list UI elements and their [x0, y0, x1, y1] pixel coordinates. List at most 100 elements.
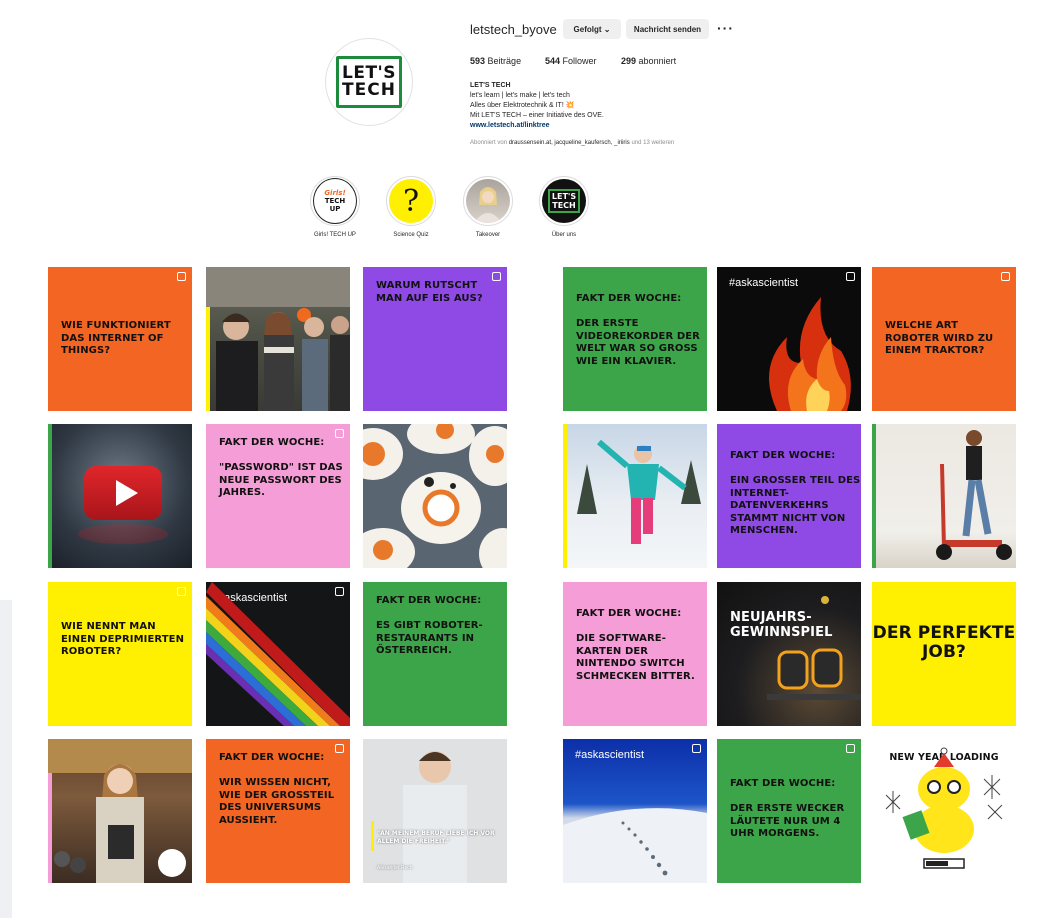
- multi-post-icon: [1001, 272, 1010, 281]
- girls-tech-up-badge: Girls! TECH UP: [324, 189, 345, 213]
- post-text: Fakt der Woche: Wir wissen nicht, wie de…: [219, 752, 335, 826]
- page-edge-shadow: [0, 600, 12, 918]
- post-tile-new-year-loading[interactable]: New Year Loading: [872, 739, 1016, 883]
- girls-tech-up-icon: Girls! TECH UP: [313, 178, 357, 224]
- multi-post-icon: [177, 587, 186, 596]
- post-text: Warum rutscht man auf Eis aus?: [376, 280, 483, 304]
- highlight-ring: [463, 176, 513, 226]
- logo-line2: TECH: [342, 80, 396, 100]
- portrait-photo: [371, 751, 467, 883]
- bb8-cookies-photo: [363, 424, 507, 568]
- followers-count-label: Follower: [562, 56, 597, 66]
- post-tile[interactable]: Der perfekte Job?: [872, 582, 1016, 726]
- post-tile-neujahrs-gewinnspiel[interactable]: Neujahrs-Gewinnspiel: [717, 582, 861, 726]
- reflection: [78, 524, 168, 544]
- post-tile[interactable]: Wie nennt man einen deprimierten Roboter…: [48, 582, 192, 726]
- post-tile-photo-scooter[interactable]: [872, 424, 1016, 568]
- highlight-ring: LET'S TECH: [539, 176, 589, 226]
- post-tile[interactable]: Fakt der Woche: Wir wissen nicht, wie de…: [206, 739, 350, 883]
- followers-count[interactable]: 544 Follower: [545, 56, 597, 66]
- lets-tech-mini-logo: LET'S TECH: [547, 189, 581, 213]
- post-tile-photo-cookies[interactable]: [363, 424, 507, 568]
- more-options-icon[interactable]: ···: [717, 20, 734, 36]
- highlight-label: Girls! TECH UP: [314, 232, 356, 238]
- post-tile[interactable]: Warum rutscht man auf Eis aus?: [363, 267, 507, 411]
- profile-bio: LET'S TECH let's learn | let's make | le…: [470, 81, 604, 131]
- posts-count: 593 Beiträge: [470, 56, 521, 66]
- collision-emoji-icon: 💥: [565, 102, 575, 109]
- highlight-ring: ?: [386, 176, 436, 226]
- followed-by-suffix: und 13 weiteren: [629, 140, 675, 146]
- post-tile-photo-snow[interactable]: [563, 424, 707, 568]
- bio-line-2-text: Alles über Elektrotechnik & IT!: [470, 102, 566, 109]
- post-tile-askascientist-snow[interactable]: #askascientist: [563, 739, 707, 883]
- question-mark-glyph: ?: [402, 183, 420, 219]
- highlight-ring: Girls! TECH UP: [310, 176, 360, 226]
- post-tile-portrait[interactable]: "An meinem Beruf liebe ich vor allem die…: [363, 739, 507, 883]
- play-icon: [116, 480, 138, 506]
- post-tile[interactable]: Fakt der Woche: Der erste Wecker läutete…: [717, 739, 861, 883]
- bio-line-3: Mit LET'S TECH – einer Initiative des OV…: [470, 112, 604, 119]
- green-edge: [48, 424, 52, 568]
- rainbow-light-icon: [206, 582, 350, 726]
- person-photo-icon: [466, 179, 510, 223]
- following-button[interactable]: Gefolgt ⌄: [563, 19, 621, 39]
- post-text: Fakt der Woche: Ein großer Teil des Inte…: [730, 450, 861, 536]
- bio-line-2: Alles über Elektrotechnik & IT! 💥: [470, 101, 604, 111]
- post-text: Der perfekte Job?: [872, 623, 1016, 662]
- highlight-label: Über uns: [551, 232, 577, 238]
- post-quote-author: Alexander Rech: [377, 865, 413, 871]
- post-tile-photo-award[interactable]: [48, 739, 192, 883]
- following-count[interactable]: 299 abonniert: [621, 56, 676, 66]
- post-tile[interactable]: Fakt der Woche: Die Software-Karten der …: [563, 582, 707, 726]
- bio-name: LET'S TECH: [470, 82, 511, 89]
- bio-link[interactable]: www.letstech.at/linktree: [470, 121, 604, 131]
- badge-line-2: TECH: [324, 197, 346, 205]
- award-photo: [48, 739, 192, 883]
- highlight-girls-tech-up[interactable]: Girls! TECH UP Girls! TECH UP: [300, 176, 370, 238]
- send-message-button[interactable]: Nachricht senden: [626, 19, 709, 39]
- students-photo: [206, 267, 350, 411]
- snow-photo: [577, 439, 701, 544]
- highlight-label: Science Quiz: [393, 232, 429, 238]
- profile-avatar[interactable]: LET'S TECH: [325, 38, 413, 126]
- followed-by[interactable]: Abonniert von draussensein.at, jacquelin…: [470, 140, 674, 146]
- post-quote: "An meinem Beruf liebe ich vor allem die…: [377, 830, 495, 845]
- highlight-science-quiz[interactable]: ? Science Quiz: [376, 176, 446, 238]
- followed-by-names: draussensein.at, jacqueline_kaufersch, _…: [508, 140, 630, 146]
- post-tile-youtube[interactable]: [48, 424, 192, 568]
- person-silhouette-icon: [474, 187, 502, 223]
- post-text: Fakt der Woche: Der erste Wecker läutete…: [730, 778, 845, 839]
- post-tile[interactable]: Fakt der Woche: Ein großer Teil des Inte…: [717, 424, 861, 568]
- post-text: Fakt der Woche: Der erste Videorekorder …: [576, 293, 700, 367]
- badge-line-3: UP: [329, 205, 341, 213]
- following-count-value: 299: [621, 56, 637, 66]
- post-tile[interactable]: Wie funktioniert das Internet of Things?: [48, 267, 192, 411]
- post-text: Wie funktioniert das Internet of Things?: [61, 320, 171, 356]
- post-text: Fakt der Woche: Die Software-Karten der …: [576, 608, 695, 682]
- followers-count-value: 544: [545, 56, 561, 66]
- lets-tech-logo: LET'S TECH: [336, 56, 402, 108]
- mini-logo-line-1: LET'S: [551, 192, 577, 201]
- post-text: Fakt der Woche: Es gibt Roboter-Restaura…: [376, 595, 483, 656]
- post-tile[interactable]: Welche Art Roboter wird zu einem Traktor…: [872, 267, 1016, 411]
- post-tile[interactable]: Fakt der Woche: Es gibt Roboter-Restaura…: [363, 582, 507, 726]
- post-tile[interactable]: Fakt der Woche: Der erste Videorekorder …: [563, 267, 707, 411]
- post-text: Wie nennt man einen deprimierten Roboter…: [61, 621, 185, 657]
- highlight-ueber-uns[interactable]: LET'S TECH Über uns: [529, 176, 599, 238]
- question-mark-icon: ?: [389, 179, 433, 223]
- party-cat-icon: [885, 747, 1003, 869]
- post-tile-askascientist-prism[interactable]: #askascientist: [206, 582, 350, 726]
- highlight-takeover[interactable]: Takeover: [453, 176, 523, 238]
- multi-post-icon: [846, 272, 855, 281]
- post-tile[interactable]: Fakt der Woche: "Password" ist das neue …: [206, 424, 350, 568]
- following-count-label: abonniert: [638, 56, 677, 66]
- multi-post-icon: [177, 272, 186, 281]
- post-tile-askascientist-fire[interactable]: #askascientist: [717, 267, 861, 411]
- post-tile-photo-students[interactable]: [206, 267, 350, 411]
- posts-count-label: Beiträge: [487, 56, 522, 66]
- profile-username: letstech_byove: [470, 22, 557, 37]
- scooter-photo: [936, 430, 1012, 560]
- bio-line-1: let's learn | let's make | let's tech: [470, 92, 570, 99]
- post-text: Welche Art Roboter wird zu einem Traktor…: [885, 320, 994, 356]
